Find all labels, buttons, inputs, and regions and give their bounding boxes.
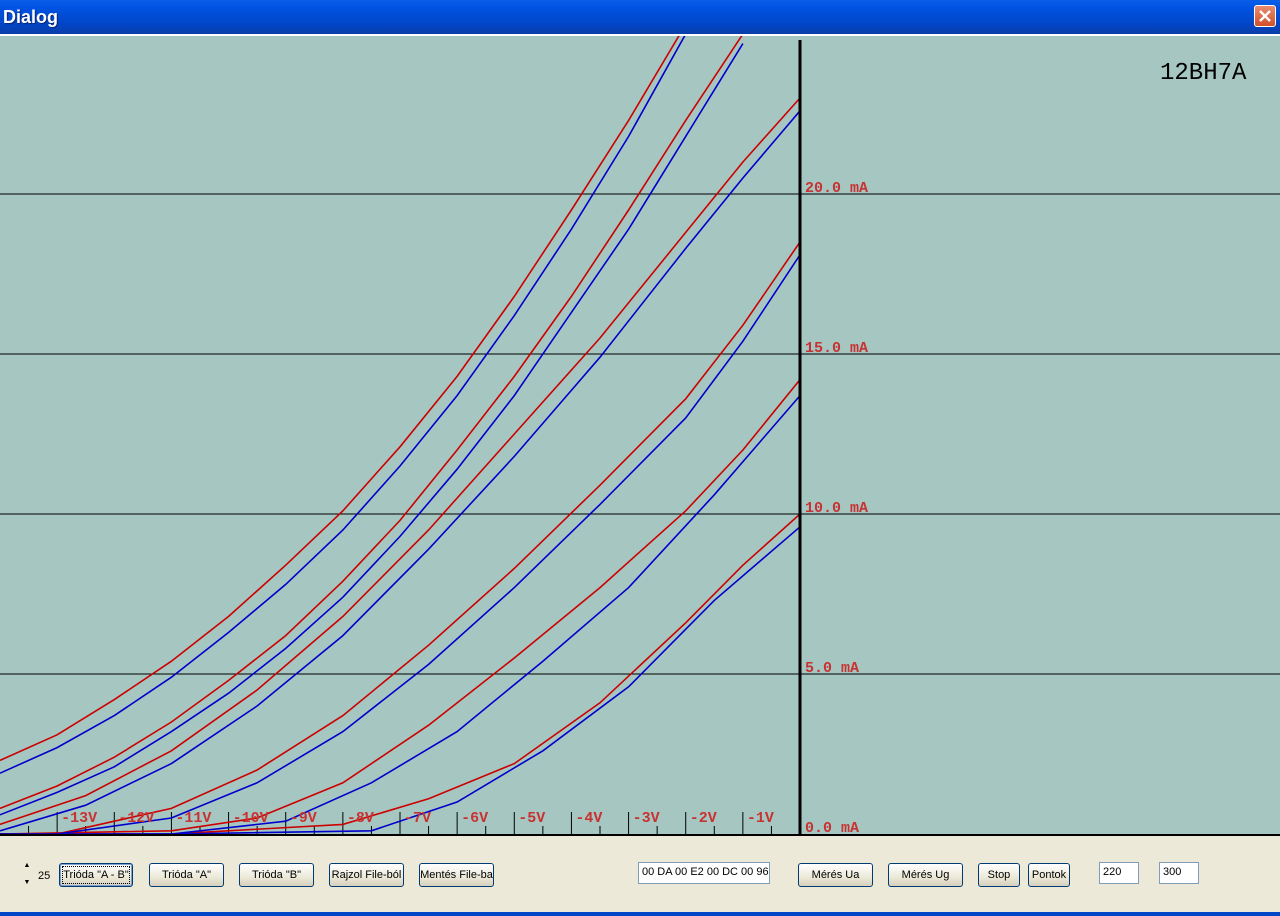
series-curve bbox=[0, 254, 801, 834]
hex-data-field[interactable]: 00 DA 00 E2 00 DC 00 96 bbox=[638, 862, 770, 884]
mentes-file-button[interactable]: Mentés File-ba bbox=[419, 863, 494, 887]
rajzol-file-button[interactable]: Rajzol File-ból bbox=[329, 863, 404, 887]
value-spinner[interactable]: ▲ ▼ bbox=[20, 858, 34, 892]
y-tick-label: 5.0 mA bbox=[805, 660, 859, 677]
window-title: Dialog bbox=[3, 7, 59, 27]
trioda-a-button[interactable]: Trióda "A" bbox=[149, 863, 224, 887]
x-tick-label: -9V bbox=[290, 810, 317, 827]
y-tick-label: 0.0 mA bbox=[805, 820, 859, 836]
close-button[interactable] bbox=[1254, 5, 1276, 27]
series-curve bbox=[0, 36, 680, 762]
spin-down-icon[interactable]: ▼ bbox=[20, 875, 34, 891]
x-tick-label: -4V bbox=[575, 810, 602, 827]
window-bottom-border bbox=[0, 912, 1280, 916]
series-curve bbox=[0, 36, 686, 774]
pontok-button[interactable]: Pontok bbox=[1028, 863, 1070, 887]
series-curve bbox=[0, 43, 744, 816]
series-curve bbox=[0, 395, 801, 834]
x-tick-label: -10V bbox=[233, 810, 269, 827]
series-curve bbox=[0, 97, 801, 826]
x-tick-label: -5V bbox=[518, 810, 545, 827]
y-tick-label: 15.0 mA bbox=[805, 340, 868, 357]
stop-button[interactable]: Stop bbox=[978, 863, 1020, 887]
toolbar: ▲ ▼ 25 Trióda "A - B" Trióda "A" Trióda … bbox=[0, 836, 1280, 916]
spin-up-icon[interactable]: ▲ bbox=[20, 858, 34, 874]
trioda-ab-button[interactable]: Trióda "A - B" bbox=[59, 863, 133, 887]
x-tick-label: -1V bbox=[747, 810, 774, 827]
x-tick-label: -13V bbox=[61, 810, 97, 827]
series-curve bbox=[0, 110, 801, 832]
x-tick-label: -8V bbox=[347, 810, 374, 827]
characteristic-chart: 0.0 mA 5.0 mA 10.0 mA 15.0 mA 20.0 mA -13V -12… bbox=[0, 36, 1280, 836]
value-field-1[interactable]: 220 bbox=[1099, 862, 1139, 884]
value-field-2[interactable]: 300 bbox=[1159, 862, 1199, 884]
y-tick-label: 10.0 mA bbox=[805, 500, 868, 517]
x-tick-label: -11V bbox=[175, 810, 211, 827]
x-tick-label: -7V bbox=[404, 810, 431, 827]
y-tick-label: 20.0 mA bbox=[805, 180, 868, 197]
x-tick-label: -12V bbox=[118, 810, 154, 827]
x-tick-label: -6V bbox=[461, 810, 488, 827]
x-tick-label: -3V bbox=[633, 810, 660, 827]
close-icon bbox=[1259, 10, 1271, 22]
tube-type-label: 12BH7A bbox=[1160, 60, 1247, 87]
plot-area: 0.0 mA 5.0 mA 10.0 mA 15.0 mA 20.0 mA -13V -12… bbox=[0, 34, 1280, 836]
meres-ua-button[interactable]: Mérés Ua bbox=[798, 863, 873, 887]
x-tick-label: -2V bbox=[690, 810, 717, 827]
meres-ug-button[interactable]: Mérés Ug bbox=[888, 863, 963, 887]
trioda-b-button[interactable]: Trióda "B" bbox=[239, 863, 314, 887]
title-bar: Dialog bbox=[0, 0, 1280, 34]
spinner-value: 25 bbox=[38, 870, 51, 882]
